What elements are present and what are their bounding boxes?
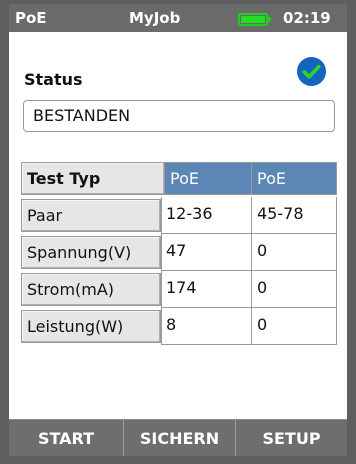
table-cell: 47 [161,234,252,271]
table-header-poe-1: PoE [164,162,252,195]
table-cell: 45-78 [252,197,337,234]
status-heading: Status [24,70,83,89]
tester-device: PoE MyJob 02:19 Status BESTANDEN Test Ty… [0,0,356,464]
row-label-leistung: Leistung(W) [21,310,161,343]
start-button[interactable]: START [9,419,123,456]
table-divider [161,197,162,345]
tester-screen: PoE MyJob 02:19 Status BESTANDEN Test Ty… [9,4,347,456]
table-cell: 0 [252,308,337,345]
table-cell: 12-36 [161,197,252,234]
setup-button[interactable]: SETUP [235,419,347,456]
mode-label: PoE [15,9,47,27]
battery-tip [268,17,271,22]
table-cell: 8 [161,308,252,345]
clock: 02:19 [283,9,331,27]
table-header-test-type: Test Typ [21,162,165,195]
save-button[interactable]: SICHERN [123,419,235,456]
row-label-strom: Strom(mA) [21,273,161,306]
table-cell: 174 [161,271,252,308]
row-label-spannung: Spannung(V) [21,236,161,269]
table-cell: 0 [252,271,337,308]
job-name[interactable]: MyJob [129,9,180,27]
battery-full-icon [238,13,271,26]
status-bar: PoE MyJob 02:19 [9,4,347,32]
status-result-field: BESTANDEN [23,100,335,132]
table-cell: 0 [252,234,337,271]
table-header-poe-2: PoE [251,162,337,195]
row-label-paar: Paar [21,199,161,232]
check-circle-icon [296,56,327,87]
battery-level [241,16,265,23]
softkey-bar: START SICHERN SETUP [9,419,347,456]
